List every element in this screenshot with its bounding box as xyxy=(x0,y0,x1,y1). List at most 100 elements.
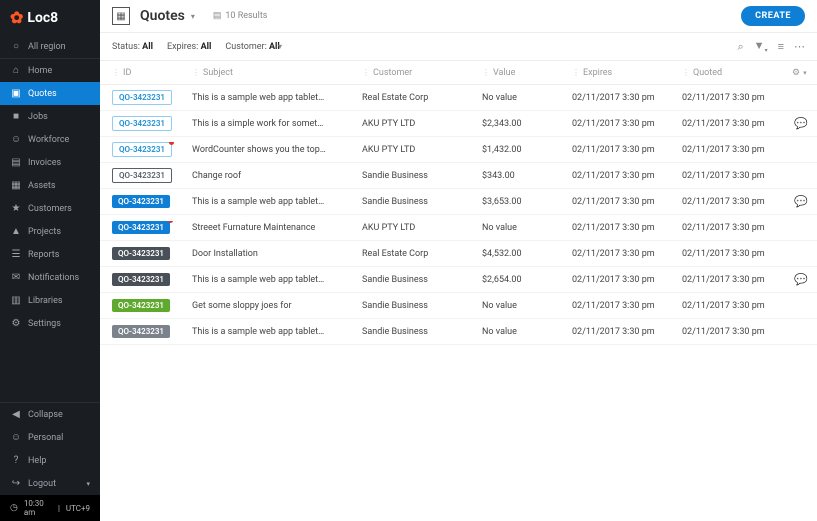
cell-subject: This is a sample web app tablet… xyxy=(192,327,362,337)
sidebar-item-help[interactable]: ?Help xyxy=(0,449,100,472)
cell-customer: Sandie Business xyxy=(362,327,482,337)
cell-value: $343.00 xyxy=(482,171,572,181)
filter-expires[interactable]: Expires: All xyxy=(167,42,211,52)
chat-icon[interactable]: 💬 xyxy=(792,195,816,208)
sidebar-item-label: Collapse xyxy=(28,410,63,420)
sidebar-item-label: Workforce xyxy=(28,135,69,145)
quote-id-badge[interactable]: QO-3423231 xyxy=(112,195,170,208)
quote-id-badge[interactable]: QO-3423231 xyxy=(112,273,170,286)
sidebar-item-logout[interactable]: ↪Logout▾ xyxy=(0,472,100,495)
filter-customer[interactable]: Customer: All ▾ xyxy=(225,42,282,52)
cell-customer: Sandie Business xyxy=(362,301,482,311)
table-row[interactable]: QO-3423231This is a simple work for some… xyxy=(100,111,817,137)
quote-id-badge[interactable]: QO-3423231 xyxy=(112,325,170,338)
sidebar-item-customers[interactable]: ★ Customers xyxy=(0,197,100,220)
cell-subject: Door Installation xyxy=(192,249,362,259)
cell-expires: 02/11/2017 3:30 pm xyxy=(572,223,682,233)
table-row[interactable]: QO-3423231 This is a sample web app table… xyxy=(100,267,817,293)
table-row[interactable]: QO-3423231Door InstallationReal Estate C… xyxy=(100,241,817,267)
filter-icon[interactable]: ▼▾ xyxy=(754,39,768,54)
table-row[interactable]: QO-3423231 This is a sample web app table… xyxy=(100,319,817,345)
cell-quoted: 02/11/2017 3:30 pm xyxy=(682,301,792,311)
table-header: ⋮ID ⋮Subject ⋮Customer ⋮Value ⋮Expires ⋮… xyxy=(100,61,817,85)
cell-customer: Sandie Business xyxy=(362,171,482,181)
sidebar-item-personal[interactable]: ☺ Personal xyxy=(0,426,100,449)
sidebar-item-reports[interactable]: ☰Reports xyxy=(0,243,100,266)
quote-id-badge[interactable]: QO-3423231 xyxy=(112,116,172,131)
quote-id-badge[interactable]: QO-3423231 xyxy=(112,221,170,234)
status-bar: ◷ 10:30 am | UTC+9 xyxy=(0,495,100,521)
cell-customer: AKU PTY LTD xyxy=(362,119,482,129)
app-logo: ✿ Loc8 xyxy=(0,0,100,35)
sidebar-item-label: Customers xyxy=(28,204,72,214)
cell-expires: 02/11/2017 3:30 pm xyxy=(572,301,682,311)
title-dropdown-icon[interactable]: ▾ xyxy=(191,12,195,21)
sidebar-item-assets[interactable]: ▦Assets xyxy=(0,174,100,197)
table-row[interactable]: QO-3423231Streeet Furnature MaintenanceA… xyxy=(100,215,817,241)
chat-icon[interactable]: 💬 xyxy=(792,117,816,130)
quote-id-badge[interactable]: QO-3423231 xyxy=(112,299,170,312)
sidebar-item-projects[interactable]: ▲ Projects xyxy=(0,220,100,243)
cell-value: $2,343.00 xyxy=(482,119,572,129)
sidebar-item-home[interactable]: ⌂Home xyxy=(0,59,100,82)
sidebar-item-label: Libraries xyxy=(28,296,63,306)
cell-value: $2,654.00 xyxy=(482,275,572,285)
region-selector[interactable]: ○ All region xyxy=(0,35,100,59)
quote-id-badge[interactable]: QO-3423231 xyxy=(112,142,172,157)
personal-icon: ☺ xyxy=(10,432,22,443)
assets-icon: ▦ xyxy=(10,180,22,191)
quote-id-badge[interactable]: QO-3423231 xyxy=(112,247,170,260)
table-row[interactable]: QO-3423231Change roofSandie Business$343… xyxy=(100,163,817,189)
sidebar-item-notifications[interactable]: ✉Notifications xyxy=(0,266,100,289)
sidebar-item-label: Personal xyxy=(28,433,63,443)
search-icon[interactable]: ⌕ xyxy=(738,40,744,54)
sidebar-item-libraries[interactable]: ▥Libraries xyxy=(0,289,100,312)
help-icon: ? xyxy=(10,455,22,466)
sidebar-item-settings[interactable]: ⚙Settings xyxy=(0,312,100,335)
cell-value: No value xyxy=(482,301,572,311)
filter-status[interactable]: Status: All xyxy=(112,42,153,52)
sidebar-item-label: Notifications xyxy=(28,273,79,283)
table-row[interactable]: QO-3423231This is a sample web app table… xyxy=(100,189,817,215)
workspace-icon[interactable]: ▦ xyxy=(112,7,130,25)
cell-subject: Streeet Furnature Maintenance xyxy=(192,223,362,233)
sidebar-item-jobs[interactable]: ■Jobs xyxy=(0,105,100,128)
cell-customer: AKU PTY LTD xyxy=(362,145,482,155)
table-row[interactable]: QO-3423231WordCounter shows you the top…… xyxy=(100,137,817,163)
sidebar-item-invoices[interactable]: ▤ Invoices xyxy=(0,151,100,174)
cell-expires: 02/11/2017 3:30 pm xyxy=(572,327,682,337)
chat-icon[interactable]: 💬 xyxy=(792,273,816,286)
cell-value: $3,653.00 xyxy=(482,197,572,207)
table-row[interactable]: QO-3423231Get some sloppy joes forSandie… xyxy=(100,293,817,319)
sidebar-item-collapse[interactable]: ◀Collapse xyxy=(0,403,100,426)
quote-id-badge[interactable]: QO-3423231 xyxy=(112,90,172,105)
sidebar-item-label: Projects xyxy=(28,227,61,237)
cell-customer: Real Estate Corp xyxy=(362,93,482,103)
globe-icon: ○ xyxy=(10,41,22,52)
clock-icon: ◷ xyxy=(10,503,18,513)
create-button[interactable]: CREATE xyxy=(741,6,805,26)
cell-expires: 02/11/2017 3:30 pm xyxy=(572,93,682,103)
results-icon: ▤ xyxy=(213,11,222,21)
customers-icon: ★ xyxy=(10,203,22,214)
quote-id-badge[interactable]: QO-3423231 xyxy=(112,168,172,183)
list-view-icon[interactable]: ≡ xyxy=(778,40,784,53)
invoices-icon: ▤ xyxy=(10,157,22,168)
cell-subject: This is a sample web app tablet… xyxy=(192,275,362,285)
cell-expires: 02/11/2017 3:30 pm xyxy=(572,119,682,129)
reports-icon: ☰ xyxy=(10,249,22,260)
workforce-icon: ☺ xyxy=(10,134,22,145)
cell-quoted: 02/11/2017 3:30 pm xyxy=(682,119,792,129)
cell-quoted: 02/11/2017 3:30 pm xyxy=(682,249,792,259)
projects-icon: ▲ xyxy=(10,226,22,237)
cell-quoted: 02/11/2017 3:30 pm xyxy=(682,145,792,155)
cell-subject: This is a sample web app tablet… xyxy=(192,93,362,103)
sidebar-item-label: Invoices xyxy=(28,158,61,168)
column-settings-icon[interactable]: ⚙▾ xyxy=(792,68,816,78)
table-row[interactable]: QO-3423231 This is a sample web app table… xyxy=(100,85,817,111)
sidebar-item-workforce[interactable]: ☺ Workforce xyxy=(0,128,100,151)
more-icon[interactable]: ⋯ xyxy=(794,40,805,53)
sidebar-item-quotes[interactable]: ▣Quotes xyxy=(0,82,100,105)
cell-expires: 02/11/2017 3:30 pm xyxy=(572,145,682,155)
region-label: All region xyxy=(28,42,66,52)
